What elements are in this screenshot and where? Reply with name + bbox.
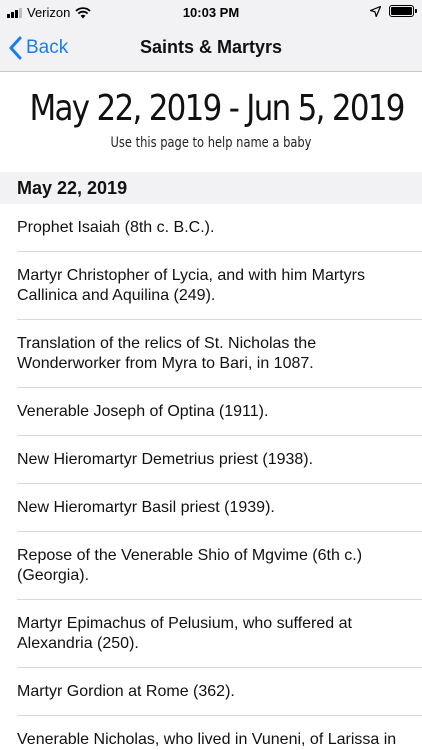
list-item[interactable]: Martyr Epimachus of Pelusium, who suffer… xyxy=(0,600,422,668)
list-item[interactable]: Venerable Joseph of Optina (1911). xyxy=(0,388,422,436)
list-item[interactable]: Translation of the relics of St. Nichola… xyxy=(0,320,422,388)
list-item[interactable]: Repose of the Venerable Shio of Mgvime (… xyxy=(0,532,422,600)
status-right xyxy=(370,5,417,17)
section-header: May 22, 2019 xyxy=(0,172,422,204)
location-arrow-icon xyxy=(370,5,381,17)
list-item[interactable]: New Hieromartyr Basil priest (1939). xyxy=(0,484,422,532)
date-range-title: May 22, 2019 - Jun 5, 2019 xyxy=(29,88,406,129)
scroll-content[interactable]: May 22, 2019 - Jun 5, 2019 Use this page… xyxy=(0,72,422,750)
date-range-header: May 22, 2019 - Jun 5, 2019 Use this page… xyxy=(0,72,422,172)
list-item[interactable]: Venerable Nicholas, who lived in Vuneni,… xyxy=(0,716,422,750)
date-range-subtitle: Use this page to help name a baby xyxy=(110,135,312,151)
status-bar: Verizon 10:03 PM xyxy=(0,0,422,24)
list-item[interactable]: Prophet Isaiah (8th c. B.C.). xyxy=(0,204,422,252)
battery-icon xyxy=(389,5,417,17)
list-item[interactable]: Martyr Gordion at Rome (362). xyxy=(0,668,422,716)
navigation-bar: Back Saints & Martyrs xyxy=(0,24,422,72)
saints-list: Prophet Isaiah (8th c. B.C.). Martyr Chr… xyxy=(0,204,422,750)
nav-title: Saints & Martyrs xyxy=(139,37,283,57)
status-time: 10:03 PM xyxy=(182,5,240,20)
list-item[interactable]: New Hieromartyr Demetrius priest (1938). xyxy=(0,436,422,484)
list-item[interactable]: Martyr Christopher of Lycia, and with hi… xyxy=(0,252,422,320)
